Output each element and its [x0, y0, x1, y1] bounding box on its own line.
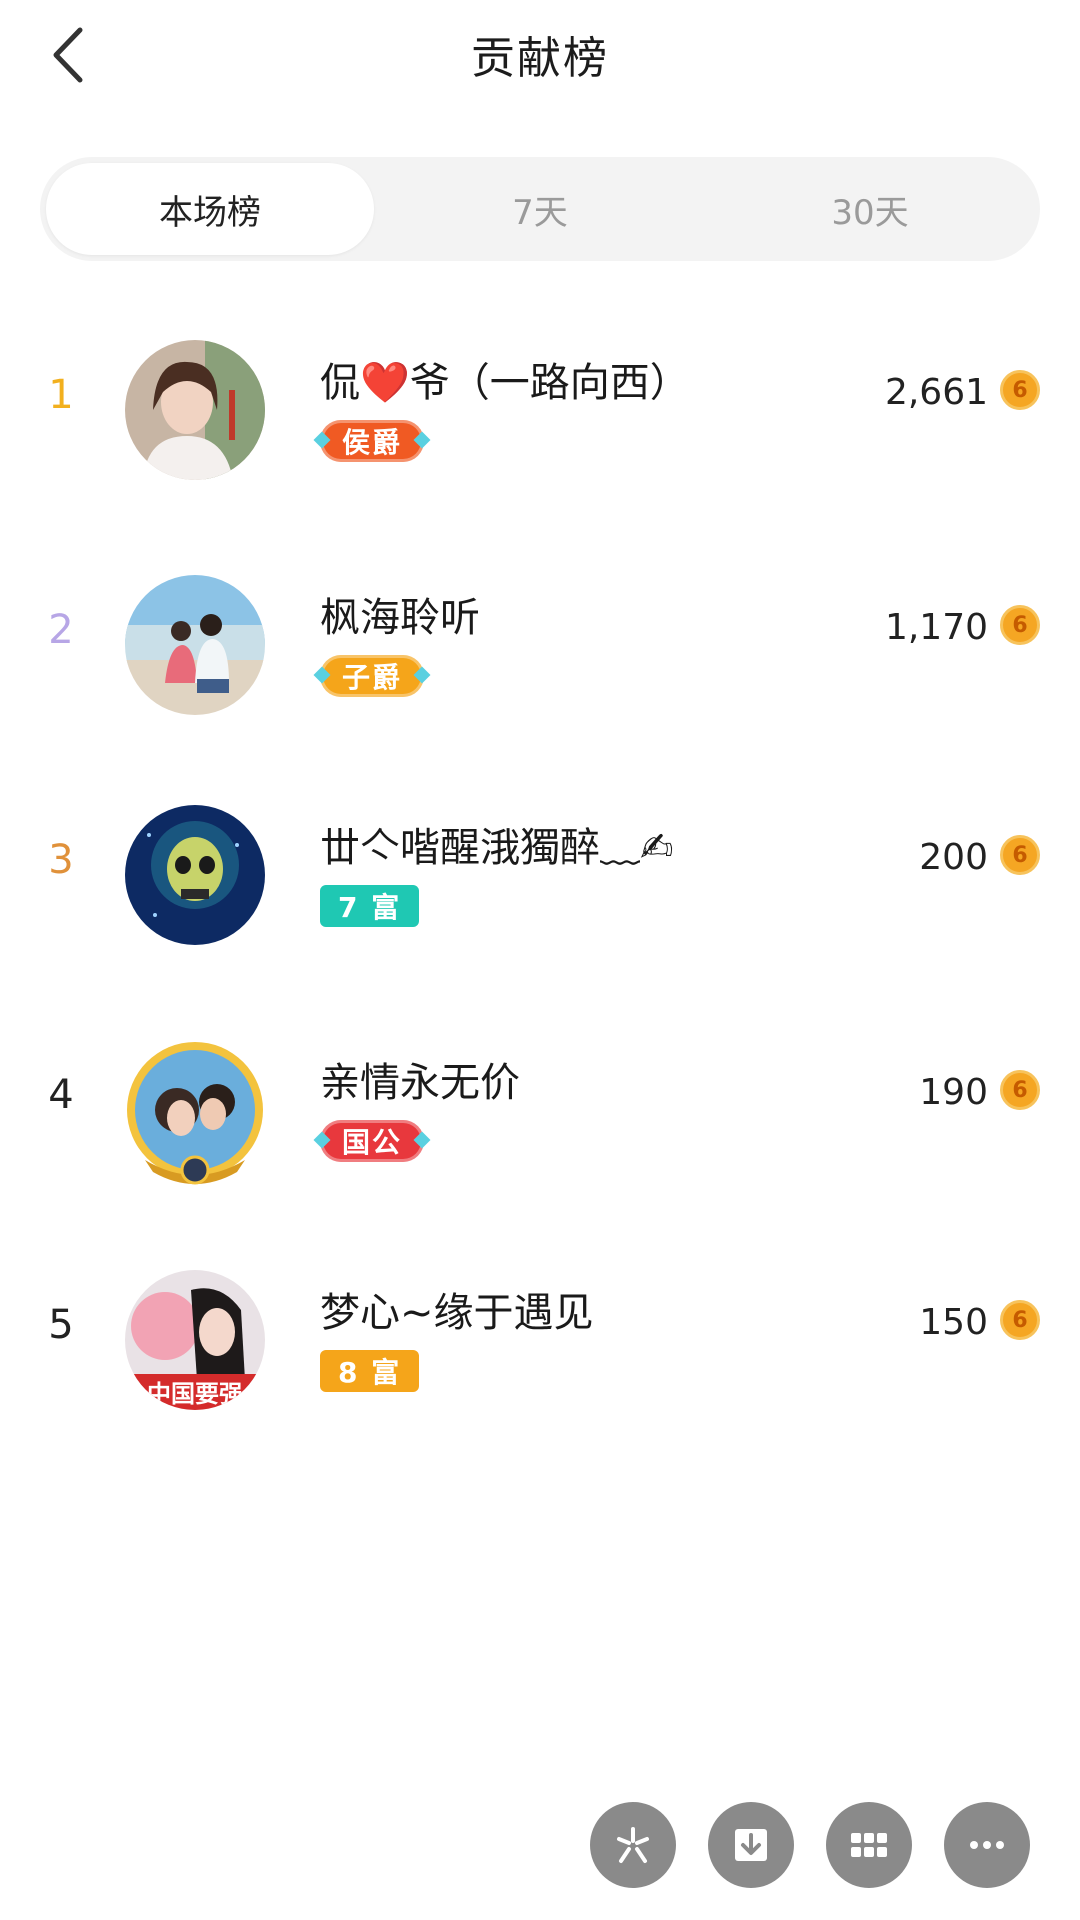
contribution-score: 1,170 — [884, 607, 988, 648]
ranking-row[interactable]: 2 枫海聆听 子爵 1,170 6 — [0, 535, 1080, 735]
wealth-level-badge: 8 富 — [320, 1350, 420, 1392]
contribution-score: 190 — [919, 1072, 988, 1113]
contribution-score: 150 — [919, 1302, 988, 1343]
download-button[interactable] — [708, 1802, 794, 1888]
avatar[interactable] — [125, 575, 265, 715]
contribution-score: 200 — [919, 837, 988, 878]
menu-grid-button[interactable] — [826, 1802, 912, 1888]
contribution-ranking-page: 贡献榜 本场榜 7天 30天 1 侃❤️爷（一路向西） 侯爵 2,661 6 2 — [0, 0, 1080, 1920]
tab-current-session[interactable]: 本场榜 — [46, 163, 374, 255]
share-button[interactable] — [590, 1802, 676, 1888]
grid-icon — [851, 1833, 887, 1857]
more-icon — [970, 1841, 1004, 1849]
wealth-level-badge: 7 富 — [320, 885, 420, 927]
rank-number: 2 — [48, 607, 74, 653]
rank-number: 1 — [48, 372, 74, 418]
header: 贡献榜 — [0, 0, 1080, 110]
page-title: 贡献榜 — [471, 33, 609, 84]
tab-30-days[interactable]: 30天 — [706, 163, 1034, 255]
noble-badge: 国公 — [320, 1120, 425, 1162]
avatar[interactable] — [125, 340, 265, 480]
user-name: 侃❤️爷（一路向西） — [320, 360, 690, 406]
coin-icon: 6 — [1000, 835, 1040, 875]
user-name: 丗亽喈醒涐獨醉﹏✍ — [320, 825, 674, 871]
coin-icon: 6 — [1000, 1300, 1040, 1340]
avatar[interactable]: 中国要强 — [125, 1270, 265, 1410]
noble-badge: 子爵 — [320, 655, 425, 697]
ranking-row[interactable]: 5 中国要强 梦心~缘于遇见 8 富 150 6 — [0, 1230, 1080, 1430]
more-button[interactable] — [944, 1802, 1030, 1888]
rank-number: 5 — [48, 1302, 74, 1348]
user-name: 枫海聆听 — [320, 595, 480, 641]
coin-icon: 6 — [1000, 1070, 1040, 1110]
rank-number: 3 — [48, 837, 74, 883]
avatar[interactable] — [125, 1040, 265, 1185]
avatar[interactable] — [125, 805, 265, 945]
user-name: 梦心~缘于遇见 — [320, 1290, 594, 1336]
share-icon — [617, 1827, 649, 1863]
ranking-row[interactable]: 3 丗亽喈醒涐獨醉﹏✍ 7 富 200 6 — [0, 765, 1080, 965]
ranking-row[interactable]: 1 侃❤️爷（一路向西） 侯爵 2,661 6 — [0, 300, 1080, 500]
rank-number: 4 — [48, 1072, 74, 1118]
noble-badge: 侯爵 — [320, 420, 425, 462]
user-name: 亲情永无价 — [320, 1060, 520, 1106]
period-tabs: 本场榜 7天 30天 — [40, 157, 1040, 261]
coin-icon: 6 — [1000, 370, 1040, 410]
download-icon — [735, 1829, 767, 1861]
tab-7-days[interactable]: 7天 — [376, 163, 704, 255]
coin-icon: 6 — [1000, 605, 1040, 645]
contribution-score: 2,661 — [884, 372, 988, 413]
avatar-caption: 中国要强 — [147, 1380, 243, 1408]
ranking-row[interactable]: 4 亲情永无价 国公 190 6 — [0, 1000, 1080, 1200]
